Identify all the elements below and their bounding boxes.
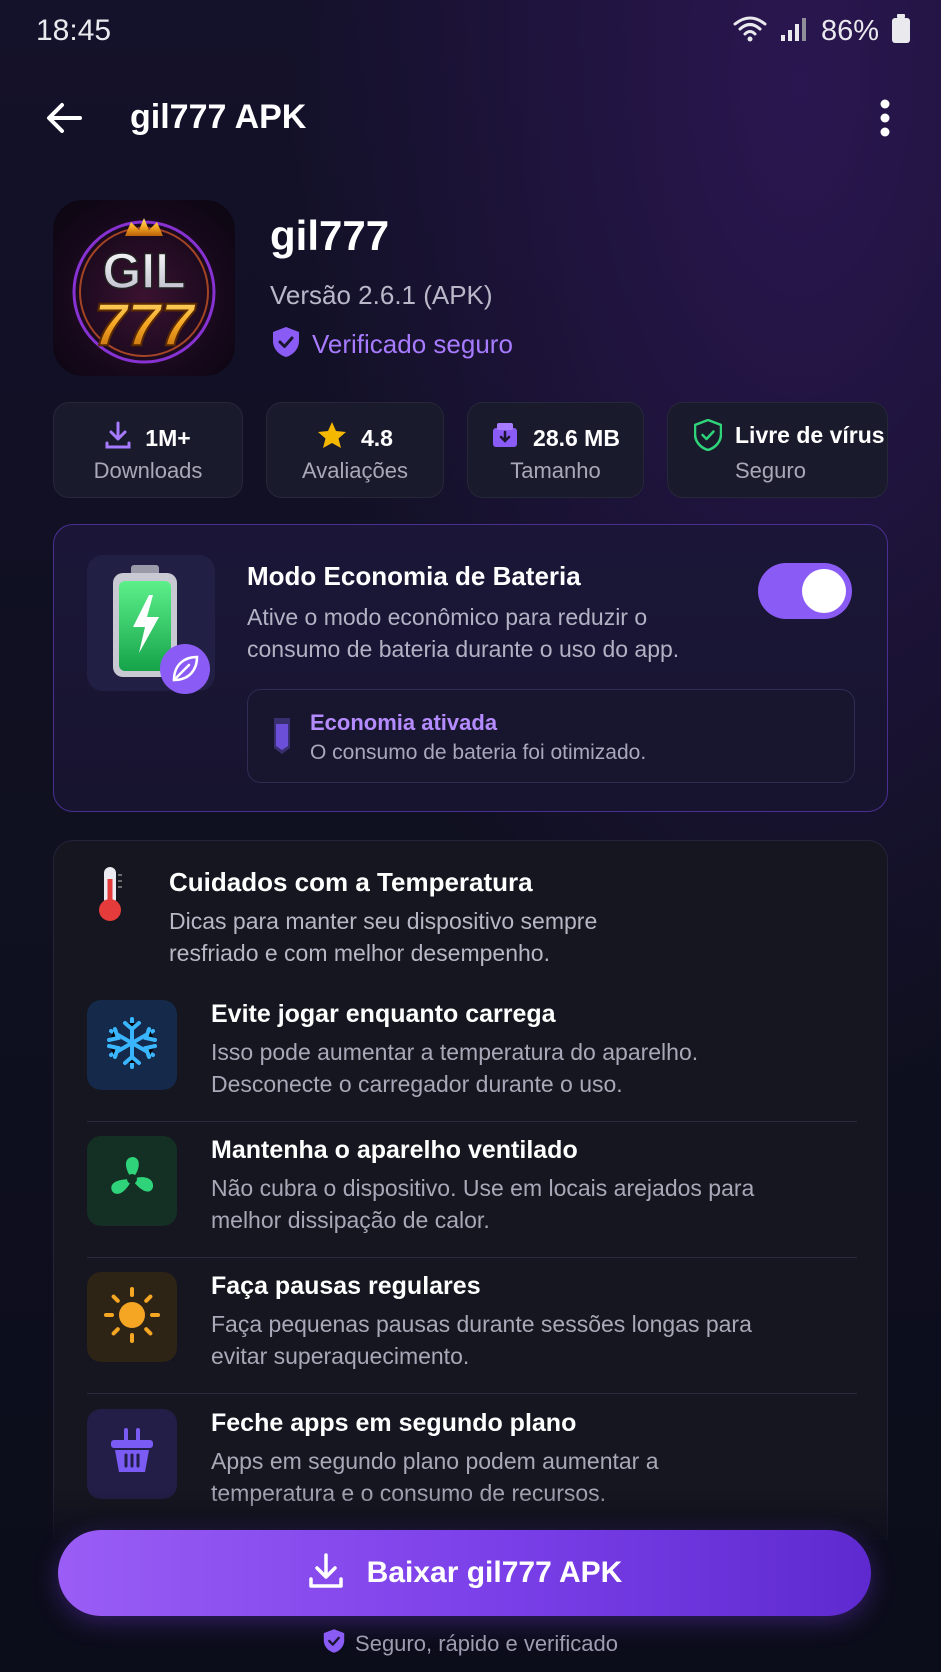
battery-percent: 86% (820, 15, 879, 47)
battery-illustration (87, 555, 215, 694)
tip-title: Evite jogar enquanto carrega (211, 1000, 556, 1028)
more-vertical-icon (880, 99, 890, 142)
shield-check-icon (323, 1628, 345, 1659)
tip-icon-box (87, 1136, 177, 1226)
toggle-knob (802, 569, 846, 613)
stat-size: 28.6 MB Tamanho (467, 402, 644, 498)
arrow-left-icon (44, 100, 84, 141)
basket-icon (106, 1426, 158, 1483)
temperature-title: Cuidados com a Temperatura (169, 867, 533, 897)
footer-label: Seguro, rápido e verificado (355, 1630, 618, 1656)
download-icon (307, 1552, 345, 1595)
status-bar: 18:45 86% (0, 0, 941, 70)
fan-icon (104, 1151, 160, 1212)
thermometer-icon (94, 865, 126, 928)
shield-check-icon (272, 326, 300, 363)
battery-saver-description: Ative o modo econômico para reduzir o co… (247, 604, 680, 662)
tip-item: Mantenha o aparelho ventilado Não cubra … (87, 1128, 857, 1258)
economy-status: Economia ativada O consumo de bateria fo… (247, 689, 855, 783)
divider (87, 1393, 857, 1394)
stat-label: Downloads (93, 458, 203, 483)
divider (87, 1121, 857, 1122)
stat-safety: Livre de vírus Seguro (667, 402, 888, 498)
more-options-button[interactable] (865, 94, 905, 146)
shield-check-icon (693, 418, 723, 456)
download-icon (105, 421, 131, 455)
tip-description: Faça pequenas pausas durante sessões lon… (211, 1311, 752, 1369)
verified-badge: Verificado seguro (272, 326, 513, 363)
stat-label: Seguro (735, 458, 806, 483)
sun-icon (102, 1285, 162, 1350)
wifi-icon (733, 15, 767, 48)
tip-icon-box (87, 1272, 177, 1362)
signal-icon (779, 15, 809, 48)
status-time: 18:45 (36, 14, 112, 47)
tip-item: Evite jogar enquanto carrega Isso pode a… (87, 992, 857, 1122)
app-version: Versão 2.6.1 (APK) (270, 280, 493, 310)
stat-label: Avaliações (302, 458, 408, 483)
app-logo: GIL 777 (53, 200, 235, 376)
economy-status-subtitle: O consumo de bateria foi otimizado. (310, 741, 647, 764)
battery-shield-icon (268, 714, 296, 761)
tip-title: Feche apps em segundo plano (211, 1409, 577, 1437)
snowflake-icon (104, 1015, 160, 1076)
package-icon (491, 421, 519, 455)
tip-title: Faça pausas regulares (211, 1272, 481, 1300)
tip-description: Isso pode aumentar a temperatura do apar… (211, 1039, 699, 1097)
tip-title: Mantenha o aparelho ventilado (211, 1136, 578, 1164)
stat-value: 28.6 MB (533, 424, 620, 451)
stat-value: 4.8 (361, 424, 393, 451)
battery-icon (891, 14, 911, 49)
temperature-card: Cuidados com a Temperatura Dicas para ma… (53, 840, 888, 1540)
footer-note: Seguro, rápido e verificado (0, 1628, 941, 1659)
economy-status-title: Economia ativada (310, 710, 498, 735)
temperature-description: Dicas para manter seu dispositivo sempre… (169, 908, 598, 966)
battery-saver-title: Modo Economia de Bateria (247, 561, 581, 591)
stat-downloads: 1M+ Downloads (53, 402, 243, 498)
stat-value: Livre de vírus (735, 422, 885, 448)
tip-icon-box (87, 1409, 177, 1499)
stat-rating: 4.8 Avaliações (266, 402, 444, 498)
app-bar: gil777 APK (0, 78, 941, 162)
download-apk-button[interactable]: Baixar gil777 APK (58, 1530, 871, 1616)
stat-label: Tamanho (510, 458, 601, 483)
status-icons: 86% (733, 14, 911, 49)
star-icon (317, 421, 347, 455)
tip-icon-box (87, 1000, 177, 1090)
divider (87, 1257, 857, 1258)
tip-item: Faça pausas regulares Faça pequenas paus… (87, 1264, 857, 1394)
battery-saver-toggle[interactable] (758, 563, 852, 619)
verified-label: Verificado seguro (312, 329, 513, 359)
battery-saver-card: Modo Economia de Bateria Ative o modo ec… (53, 524, 888, 812)
logo-text-bottom: 777 (94, 291, 197, 358)
page-title: gil777 APK (130, 98, 307, 136)
back-button[interactable] (36, 94, 92, 146)
tip-description: Não cubra o dispositivo. Use em locais a… (211, 1175, 755, 1233)
stat-value: 1M+ (145, 424, 191, 451)
leaf-icon (159, 643, 211, 700)
app-name: gil777 (270, 212, 390, 259)
download-button-label: Baixar gil777 APK (366, 1556, 623, 1589)
